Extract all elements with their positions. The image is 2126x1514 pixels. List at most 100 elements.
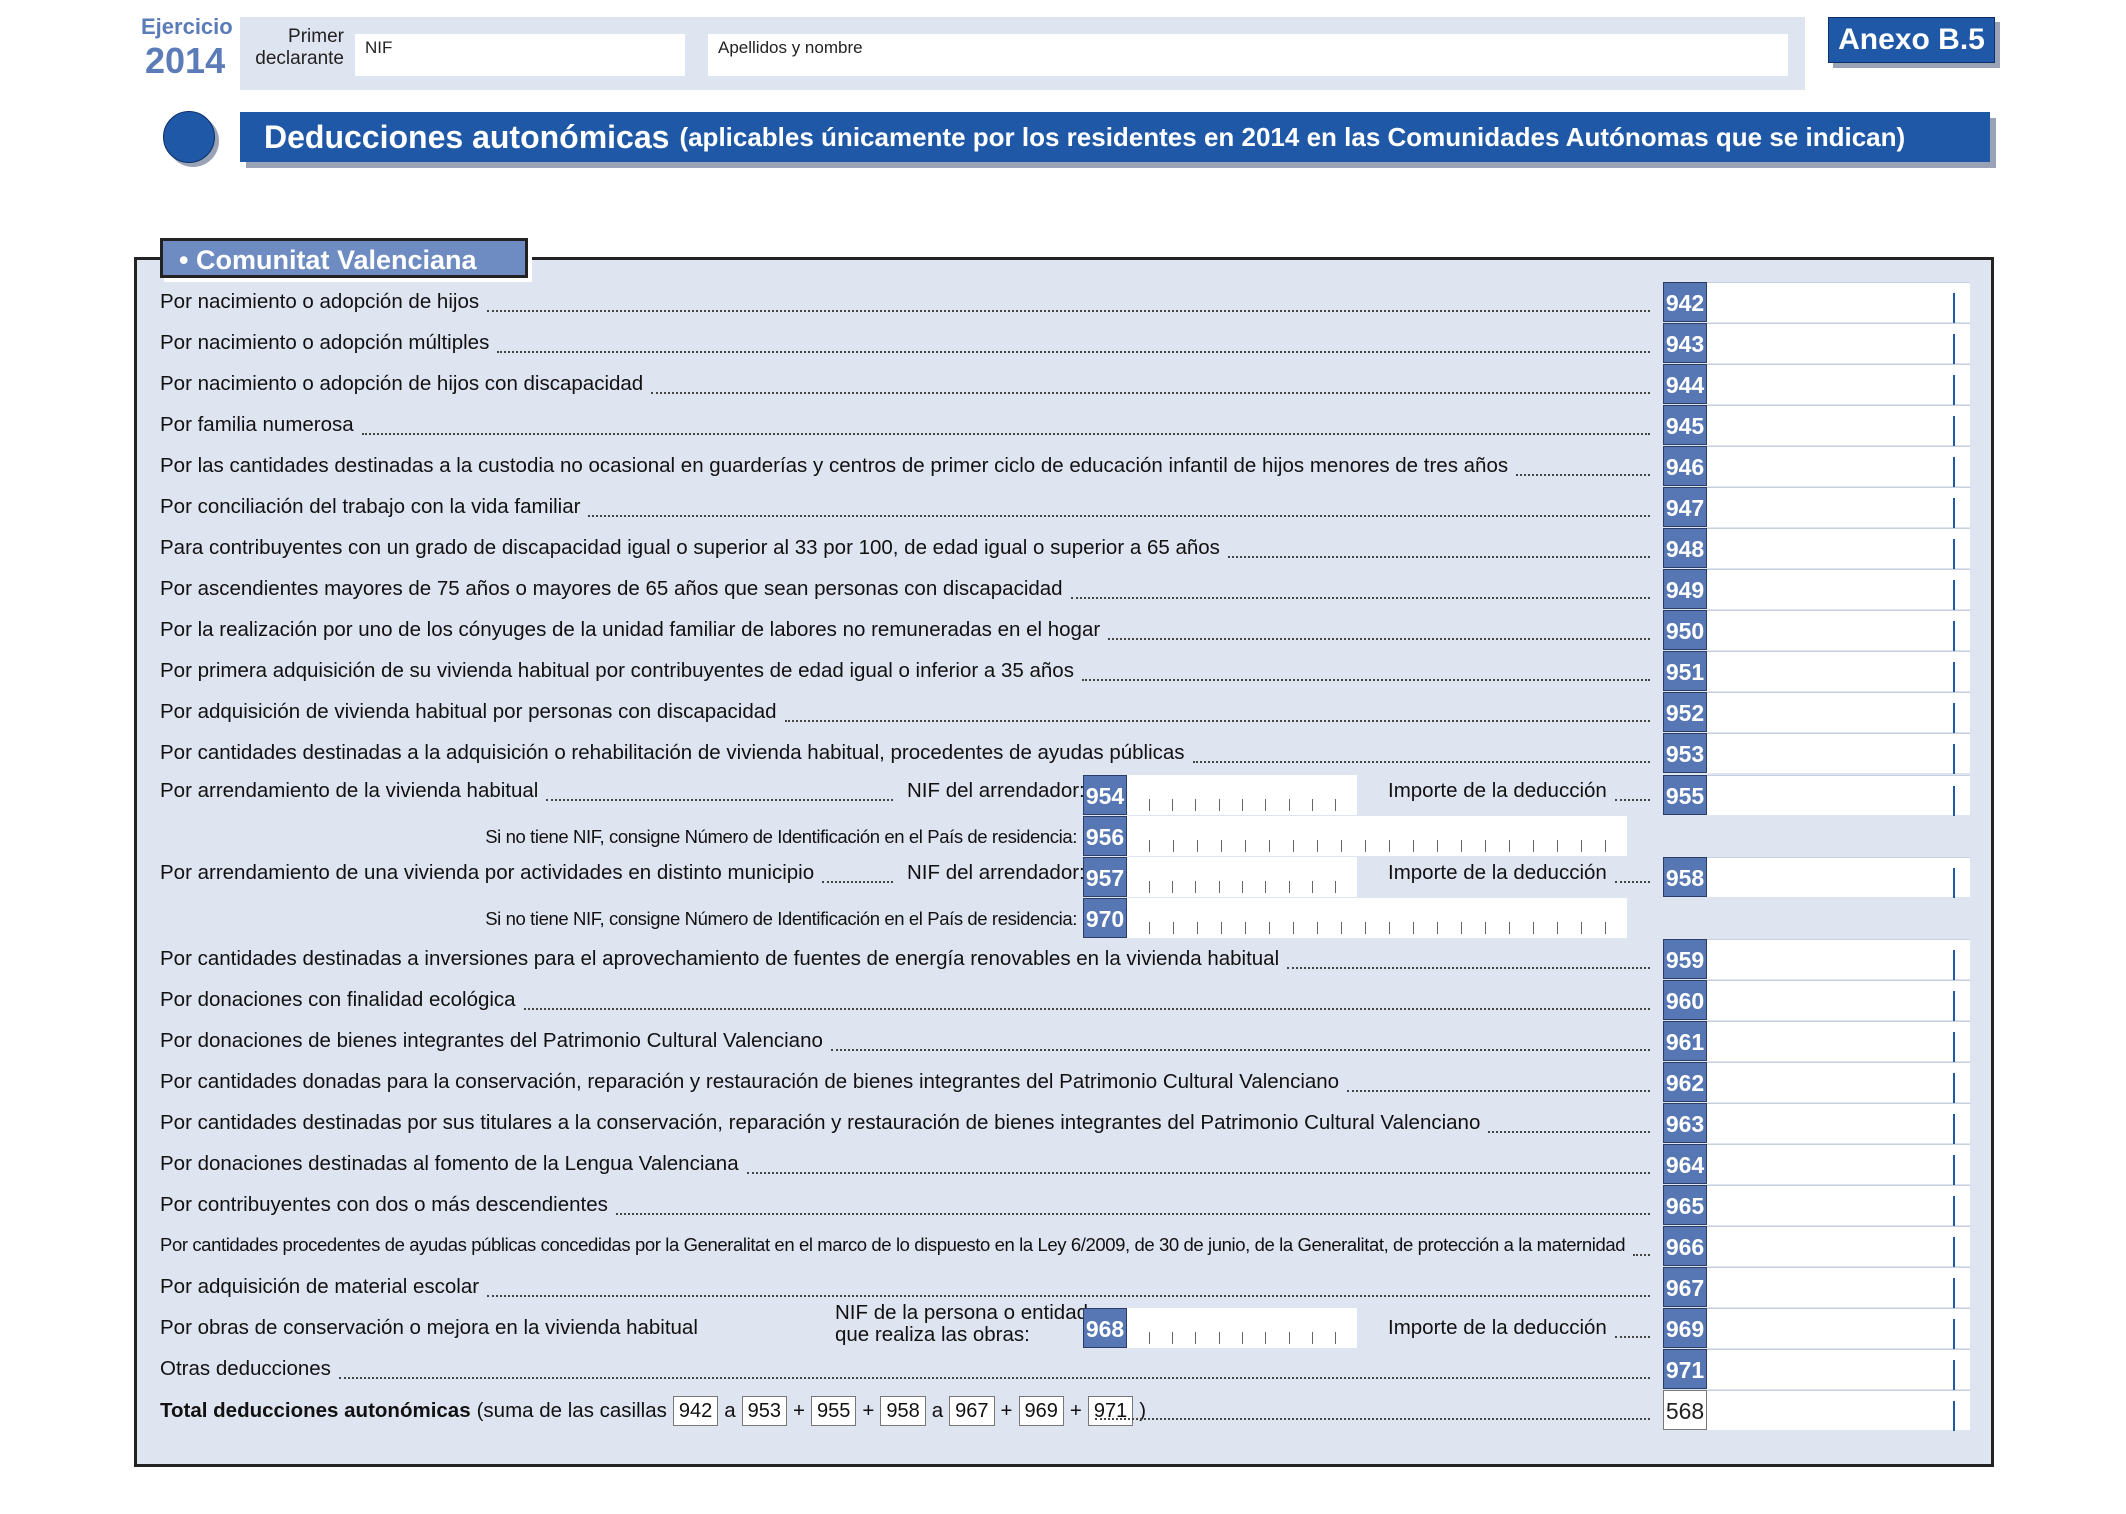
leader-dots — [1347, 1090, 1650, 1092]
amount-field-964[interactable] — [1707, 1144, 1970, 1185]
nif-arrendador-field-957[interactable] — [1127, 857, 1357, 897]
char-tick — [1197, 840, 1198, 852]
box-code-949: 949 — [1663, 569, 1707, 609]
char-tick — [1269, 922, 1270, 934]
amount-field-951[interactable] — [1707, 651, 1970, 692]
amount-field-967[interactable] — [1707, 1267, 1970, 1308]
amount-field-952[interactable] — [1707, 692, 1970, 733]
obras-nif-label-2: que realiza las obras: — [835, 1323, 1030, 1346]
char-tick — [1317, 840, 1318, 852]
amount-field-958[interactable] — [1707, 857, 1970, 898]
nif-arrendador-label: NIF del arrendador: — [907, 861, 1085, 884]
char-tick — [1172, 1332, 1173, 1344]
importe-label: Importe de la deducción — [1388, 861, 1607, 884]
sum-box-953: 953 — [741, 1396, 788, 1426]
char-tick — [1195, 881, 1196, 893]
char-tick — [1335, 799, 1336, 811]
sum-operator: a — [931, 1399, 944, 1422]
amount-field-953[interactable] — [1707, 733, 1970, 774]
amount-field-949[interactable] — [1707, 569, 1970, 610]
char-tick — [1509, 840, 1510, 852]
char-tick — [1312, 799, 1313, 811]
box-code-948: 948 — [1663, 528, 1707, 568]
amount-field-965[interactable] — [1707, 1185, 1970, 1226]
apellidos-field[interactable]: Apellidos y nombre — [708, 34, 1788, 76]
box-code-957: 957 — [1083, 857, 1127, 897]
sum-box-958: 958 — [880, 1396, 926, 1426]
sum-operator: + — [1000, 1399, 1013, 1422]
decimal-separator — [1953, 1155, 1955, 1185]
amount-field-942[interactable] — [1707, 282, 1970, 323]
decimal-separator — [1953, 416, 1955, 446]
amount-field-946[interactable] — [1707, 446, 1970, 487]
alt-id-field-970[interactable] — [1127, 898, 1627, 938]
amount-field-948[interactable] — [1707, 528, 1970, 569]
sum-operator: + — [793, 1399, 805, 1422]
decimal-separator — [1953, 293, 1955, 323]
decimal-separator — [1953, 1032, 1955, 1062]
leader-dots — [1488, 1131, 1650, 1133]
amount-field-961[interactable] — [1707, 1021, 1970, 1062]
deduction-label-961: Por donaciones de bienes integrantes del… — [160, 1029, 823, 1052]
title-main: Deducciones autonómicas — [264, 118, 670, 155]
amount-field-943[interactable] — [1707, 323, 1970, 364]
amount-field-944[interactable] — [1707, 364, 1970, 405]
char-tick — [1149, 1332, 1150, 1344]
deduction-label-945: Por familia numerosa — [160, 413, 354, 436]
deduction-label-969: Por obras de conservación o mejora en la… — [160, 1316, 698, 1339]
total-pre: (suma de las casillas — [476, 1399, 667, 1422]
importe-label: Importe de la deducción — [1388, 1316, 1607, 1339]
char-tick — [1219, 799, 1220, 811]
amount-field-971[interactable] — [1707, 1349, 1970, 1390]
sum-box-969: 969 — [1018, 1396, 1064, 1426]
alt-id-field-956[interactable] — [1127, 816, 1627, 856]
deduction-label-949: Por ascendientes mayores de 75 años o ma… — [160, 577, 1063, 600]
amount-field-960[interactable] — [1707, 980, 1970, 1021]
char-tick — [1437, 840, 1438, 852]
sum-operator: + — [862, 1399, 875, 1422]
amount-field-568[interactable] — [1707, 1390, 1970, 1431]
box-code-946: 946 — [1663, 446, 1707, 486]
total-label: Total deducciones autonómicas (suma de la… — [160, 1396, 1146, 1426]
deduction-label-942: Por nacimiento o adopción de hijos — [160, 290, 480, 313]
amount-field-969[interactable] — [1707, 1308, 1970, 1349]
char-tick — [1289, 881, 1290, 893]
nif-arrendador-field-954[interactable] — [1127, 775, 1357, 815]
amount-field-945[interactable] — [1707, 405, 1970, 446]
box-code-960: 960 — [1663, 980, 1707, 1020]
amount-field-950[interactable] — [1707, 610, 1970, 651]
deduction-label-966: Por cantidades procedentes de ayudas púb… — [160, 1234, 1626, 1255]
sum-operator: a — [724, 1399, 736, 1422]
decimal-separator — [1953, 950, 1955, 980]
char-tick — [1312, 881, 1313, 893]
decimal-separator — [1953, 1319, 1955, 1349]
char-tick — [1317, 922, 1318, 934]
obras-nif-label-1: NIF de la persona o entidad — [835, 1301, 1088, 1324]
amount-field-962[interactable] — [1707, 1062, 1970, 1103]
char-tick — [1341, 840, 1342, 852]
amount-field-966[interactable] — [1707, 1226, 1970, 1267]
char-tick — [1265, 1332, 1266, 1344]
char-tick — [1533, 922, 1534, 934]
char-tick — [1221, 922, 1222, 934]
char-tick — [1365, 922, 1366, 934]
decimal-separator — [1953, 1114, 1955, 1144]
amount-field-963[interactable] — [1707, 1103, 1970, 1144]
decimal-separator — [1953, 621, 1955, 651]
char-tick — [1461, 840, 1462, 852]
section-title: • Comunitat Valenciana — [160, 238, 528, 278]
nif-field[interactable]: NIF — [355, 34, 685, 76]
char-tick — [1242, 799, 1243, 811]
ejercicio-label: Ejercicio — [141, 14, 233, 39]
char-tick — [1173, 922, 1174, 934]
char-tick — [1242, 881, 1243, 893]
leader-dots — [361, 433, 1650, 435]
amount-field-959[interactable] — [1707, 939, 1970, 980]
decimal-separator — [1953, 1196, 1955, 1226]
box-code-953: 953 — [1663, 733, 1707, 773]
amount-field-955[interactable] — [1707, 775, 1970, 816]
obras-nif-field-968[interactable] — [1127, 1308, 1357, 1348]
char-tick — [1312, 1332, 1313, 1344]
char-tick — [1509, 922, 1510, 934]
amount-field-947[interactable] — [1707, 487, 1970, 528]
